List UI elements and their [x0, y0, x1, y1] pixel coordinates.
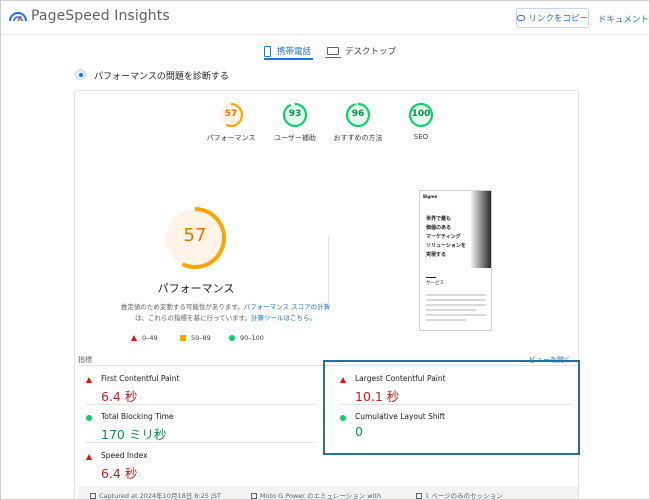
- pass-circle-icon: [86, 415, 92, 421]
- diagnose-title: パフォーマンスの問題を診断する: [94, 72, 229, 82]
- screenshot-headline-line: 世界で最も: [426, 216, 452, 222]
- desktop-icon: [325, 47, 341, 58]
- link-icon: [517, 15, 526, 21]
- category-best-practices[interactable]: 96 おすすめの方法: [328, 102, 388, 143]
- screenshot-section-bar: [426, 277, 436, 278]
- screenshot-text-line: [426, 299, 486, 301]
- screenshot-headline-line: 価値のある: [426, 225, 452, 231]
- metric-name: Speed Index: [101, 451, 148, 460]
- metric-value: 170 ミリ秒: [101, 427, 167, 442]
- device-text: Moto G Power のエミュレーション with: [260, 492, 382, 500]
- metrics-label: 指標: [78, 356, 92, 364]
- metric-value: 6.4 秒: [101, 466, 138, 481]
- footer-captured: Captured at 2024年10月18日 8:25 JST: [90, 490, 221, 500]
- category-score: 96: [351, 109, 365, 119]
- tab-mobile-label: 携帯電話: [277, 47, 312, 57]
- device-icon: [251, 493, 257, 499]
- app-title: PageSpeed Insights: [31, 8, 170, 24]
- divider: [328, 236, 329, 306]
- screenshot-text-line: [426, 304, 486, 306]
- screenshot-text-line: [426, 309, 476, 311]
- tab-desktop[interactable]: デスクトップ: [325, 41, 397, 61]
- phone-icon: [264, 45, 271, 57]
- screenshot-text-line: [426, 319, 466, 321]
- legend-pass: 90–100: [229, 334, 264, 342]
- score-calc-link[interactable]: パフォーマンス スコアの計算: [244, 303, 330, 311]
- screenshot-text-line: [426, 294, 486, 296]
- active-tab-indicator: [264, 58, 313, 60]
- footer-device: Moto G Power のエミュレーション with: [251, 490, 382, 500]
- category-score: 93: [288, 109, 302, 119]
- page-screenshot-thumbnail[interactable]: Bigme 世界で最も 価値のある マーケティング ソリューションを 実現する …: [419, 190, 492, 331]
- legend-average: 50–89: [180, 334, 211, 342]
- circle-icon: [229, 335, 235, 341]
- diagnose-icon: [75, 69, 86, 80]
- captured-text: Captured at 2024年10月18日 8:25 JST: [99, 492, 221, 500]
- triangle-icon: [131, 335, 137, 341]
- category-label: ユーザー補助: [274, 134, 316, 142]
- calculator-link[interactable]: 計算ツールはこちら。: [251, 314, 316, 322]
- category-label: おすすめの方法: [333, 134, 383, 142]
- pagespeed-logo-icon: [9, 12, 27, 22]
- metric-name: First Contentful Paint: [101, 374, 180, 383]
- fail-triangle-icon: [86, 377, 92, 383]
- screenshot-text-line: [426, 314, 486, 316]
- screenshot-headline-line: マーケティング: [426, 234, 461, 240]
- screenshot-headline-line: ソリューションを: [426, 243, 466, 249]
- screenshot-brand: Bigme: [423, 194, 438, 199]
- metric-name: Total Blocking Time: [101, 412, 174, 421]
- page-frame: PageSpeed Insights リンクをコピー ドキュメント 携帯電話 デ…: [0, 0, 650, 500]
- copy-link-button[interactable]: リンクをコピー: [516, 8, 589, 28]
- divider: [86, 404, 316, 405]
- divider: [86, 442, 316, 443]
- footer-session: 1 ページのみのセッション: [416, 490, 503, 500]
- tab-desktop-label: デスクトップ: [345, 47, 397, 57]
- category-score: 100: [411, 109, 431, 119]
- legend-fail: 0–49: [131, 334, 158, 342]
- category-label: パフォーマンス: [206, 134, 256, 142]
- square-icon: [180, 335, 186, 341]
- top-header: PageSpeed Insights リンクをコピー ドキュメント: [1, 1, 649, 35]
- legend-range: 0–49: [142, 334, 158, 342]
- screenshot-hero-image: [471, 191, 491, 268]
- performance-big-score: 57: [183, 225, 207, 246]
- performance-big-label: パフォーマンス: [157, 282, 235, 295]
- note-text: 推定値のため変動する可能性があります。: [120, 303, 244, 311]
- category-seo[interactable]: 100 SEO: [391, 102, 451, 141]
- note-text-2: は、これらの指標を基に行っています。: [134, 314, 252, 322]
- screenshot-headline-line: 実現する: [426, 252, 447, 258]
- screenshot-section-title: サービス: [426, 281, 444, 286]
- highlight-box: [323, 360, 580, 455]
- legend-range: 90–100: [240, 334, 264, 342]
- category-score: 57: [224, 109, 238, 119]
- category-label: SEO: [413, 133, 429, 141]
- session-icon: [416, 493, 422, 499]
- copy-link-label: リンクをコピー: [528, 14, 588, 24]
- fail-triangle-icon: [86, 454, 92, 460]
- metric-value: 6.4 秒: [101, 389, 138, 404]
- calendar-icon: [90, 493, 96, 499]
- score-note: 推定値のため変動する可能性があります。パフォーマンス スコアの計算 は、これらの…: [118, 302, 333, 324]
- docs-link[interactable]: ドキュメント: [598, 13, 649, 25]
- category-performance[interactable]: 57 パフォーマンス: [201, 102, 261, 143]
- session-text: 1 ページのみのセッション: [425, 492, 503, 500]
- category-accessibility[interactable]: 93 ユーザー補助: [265, 102, 325, 143]
- legend-range: 50–89: [191, 334, 211, 342]
